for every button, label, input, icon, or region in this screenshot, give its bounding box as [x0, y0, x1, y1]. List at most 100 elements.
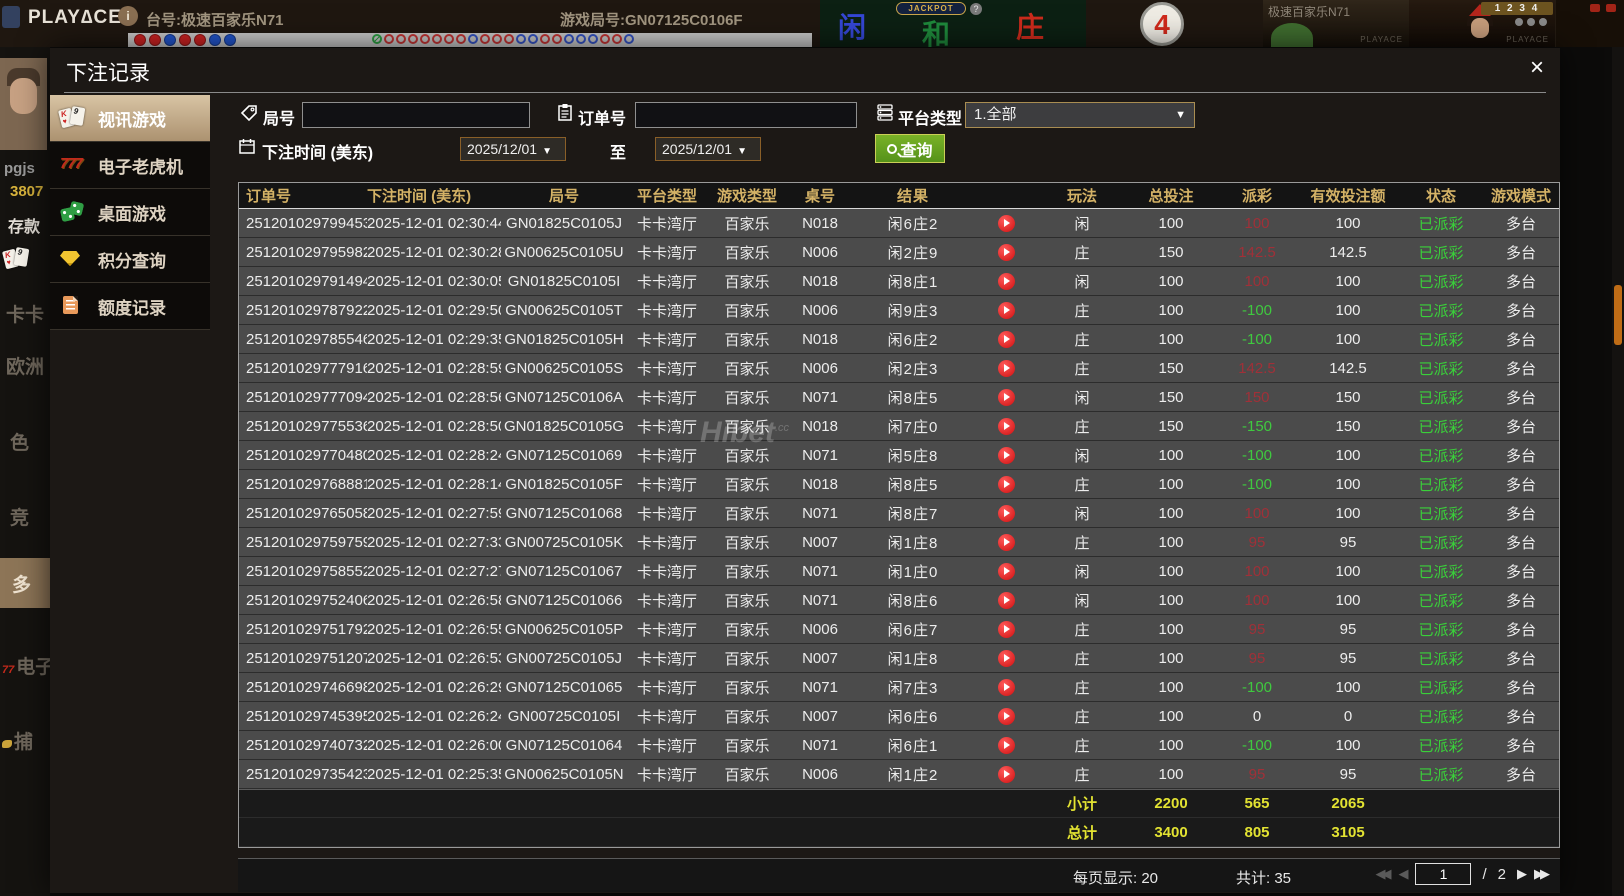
cell-payout: 95	[1248, 765, 1266, 783]
page-number-input[interactable]	[1415, 863, 1472, 885]
header-round-no: 局号	[548, 188, 579, 205]
bet-time-filter-label: 下注时间 (美东)	[262, 145, 374, 162]
grand_total-payout: 805	[1244, 823, 1270, 841]
replay-button[interactable]	[997, 649, 1015, 667]
first-page-icon[interactable]: ◀◀	[1375, 866, 1391, 882]
nav-item[interactable]: 欧洲	[6, 352, 44, 379]
cell-total-bet: 100	[1158, 591, 1184, 609]
replay-button[interactable]	[997, 620, 1015, 638]
date-to-select[interactable]: 2025/12/01 ▼	[655, 137, 761, 161]
table-switch-numbers[interactable]: 1 2 3 4	[1481, 2, 1553, 15]
table-row: 251201029765058 2025-12-01 02:27:59 GN0712…	[239, 499, 1559, 528]
chevron-down-icon: ▼	[1175, 109, 1186, 121]
cell-round-no: GN00725C0105J	[506, 649, 622, 667]
plant-decor	[1271, 23, 1313, 47]
round-filter-input[interactable]	[302, 102, 530, 128]
info-icon[interactable]: i	[118, 6, 138, 26]
nav-item[interactable]: 卡卡	[6, 300, 44, 327]
sidebar-item-积分查询[interactable]: 积分查询	[50, 236, 210, 283]
replay-button[interactable]	[997, 736, 1015, 754]
replay-button[interactable]	[997, 678, 1015, 696]
cell-order-no: 251201029765058	[246, 504, 367, 522]
cell-bet-time: 2025-12-01 02:26:29	[367, 678, 501, 696]
replay-button[interactable]	[997, 214, 1015, 232]
user-avatar[interactable]	[0, 58, 47, 150]
bead-icon	[432, 34, 442, 44]
cell-valid-bet: 100	[1335, 272, 1361, 290]
replay-button[interactable]	[997, 446, 1015, 464]
deposit-link[interactable]: 存款	[8, 213, 40, 237]
scrollbar-thumb[interactable]	[1614, 285, 1622, 345]
cell-valid-bet: 100	[1335, 301, 1361, 319]
replay-button[interactable]	[997, 330, 1015, 348]
nav-item-slots[interactable]: 77 电子	[2, 652, 54, 679]
grand_total-total-bet: 3400	[1154, 823, 1188, 841]
replay-button[interactable]	[997, 533, 1015, 551]
date-from-select[interactable]: 2025/12/01 ▼	[460, 137, 566, 161]
sidebar-item-额度记录[interactable]: 额度记录	[50, 283, 210, 330]
nav-item-fishing[interactable]: 捕	[2, 727, 33, 754]
video-feed[interactable]: 极速百家乐N71 PLAYACE 1 2 3 4 PLAYACE	[1263, 0, 1556, 47]
prev-page-icon[interactable]: ◀	[1398, 866, 1408, 882]
page-scrollbar[interactable]	[1612, 47, 1624, 896]
cell-total-bet: 150	[1158, 359, 1184, 377]
replay-button[interactable]	[997, 272, 1015, 290]
cell-replay	[973, 707, 1039, 725]
table-row: 251201029751207 2025-12-01 02:26:53 GN0072…	[239, 644, 1559, 673]
cell-total-bet: 100	[1158, 736, 1184, 754]
last-page-icon[interactable]: ▶▶	[1534, 866, 1550, 882]
replay-button[interactable]	[997, 388, 1015, 406]
cell-payout: 150	[1244, 388, 1270, 406]
cell-status: 已派彩	[1418, 737, 1464, 755]
sidebar-item-桌面游戏[interactable]: 桌面游戏	[50, 189, 210, 236]
bead-icon	[372, 34, 382, 44]
cell-status: 已派彩	[1418, 244, 1464, 262]
cell-valid-bet: 100	[1335, 736, 1361, 754]
bet-banker-button[interactable]: 庄	[1016, 6, 1044, 46]
bet-tie-button[interactable]: 和	[922, 13, 950, 53]
grand_total-side: 总计	[1066, 824, 1097, 842]
cell-status: 已派彩	[1418, 708, 1464, 726]
search-button[interactable]: 查询	[875, 134, 945, 163]
sidebar-item-电子老虎机[interactable]: 777 电子老虎机	[50, 142, 210, 189]
replay-button[interactable]	[997, 765, 1015, 783]
cell-game-type: 百家乐	[724, 302, 770, 320]
cell-payout: -100	[1241, 330, 1273, 348]
sidebar-item-视讯游戏[interactable]: K ♥ 9 视讯游戏	[50, 95, 210, 142]
replay-button[interactable]	[997, 475, 1015, 493]
cell-valid-bet: 100	[1335, 446, 1361, 464]
balance: 3807	[10, 183, 44, 200]
replay-button[interactable]	[997, 417, 1015, 435]
cell-table-no: N071	[802, 504, 838, 522]
replay-button[interactable]	[997, 243, 1015, 261]
platform-select[interactable]: 1.全部 ▼	[965, 102, 1195, 128]
cell-bet-time: 2025-12-01 02:27:33	[367, 533, 501, 551]
nav-item[interactable]: 竞	[10, 503, 29, 530]
cell-round-no: GN07125C01064	[505, 736, 623, 754]
table-row: 251201029770480 2025-12-01 02:28:24 GN0712…	[239, 441, 1559, 470]
replay-button[interactable]	[997, 707, 1015, 725]
cell-game-mode: 多台	[1505, 505, 1536, 523]
cell-replay	[973, 591, 1039, 609]
bet-player-button[interactable]: 闲	[838, 6, 866, 46]
table-row: 251201029758552 2025-12-01 02:27:27 GN0712…	[239, 557, 1559, 586]
cell-side: 庄	[1074, 302, 1090, 320]
cell-game-type: 百家乐	[724, 650, 770, 668]
cell-bet-time: 2025-12-01 02:25:35	[367, 765, 501, 783]
cell-result: 闲1庄0	[887, 563, 939, 581]
replay-button[interactable]	[997, 591, 1015, 609]
cell-platform: 卡卡湾厅	[636, 534, 697, 552]
replay-button[interactable]	[997, 504, 1015, 522]
replay-button[interactable]	[997, 562, 1015, 580]
next-page-icon[interactable]: ▶	[1517, 866, 1527, 882]
grand_total-valid-bet: 3105	[1331, 823, 1365, 841]
replay-button[interactable]	[997, 359, 1015, 377]
cell-order-no: 251201029735423	[246, 765, 367, 783]
order-filter-input[interactable]	[635, 102, 857, 128]
cell-platform: 卡卡湾厅	[636, 679, 697, 697]
close-icon[interactable]: ×	[1530, 56, 1544, 80]
replay-button[interactable]	[997, 301, 1015, 319]
nav-item-active[interactable]: 多	[0, 558, 50, 608]
nav-item[interactable]: 色	[10, 428, 29, 455]
jackpot-help-icon[interactable]: ?	[970, 3, 982, 15]
